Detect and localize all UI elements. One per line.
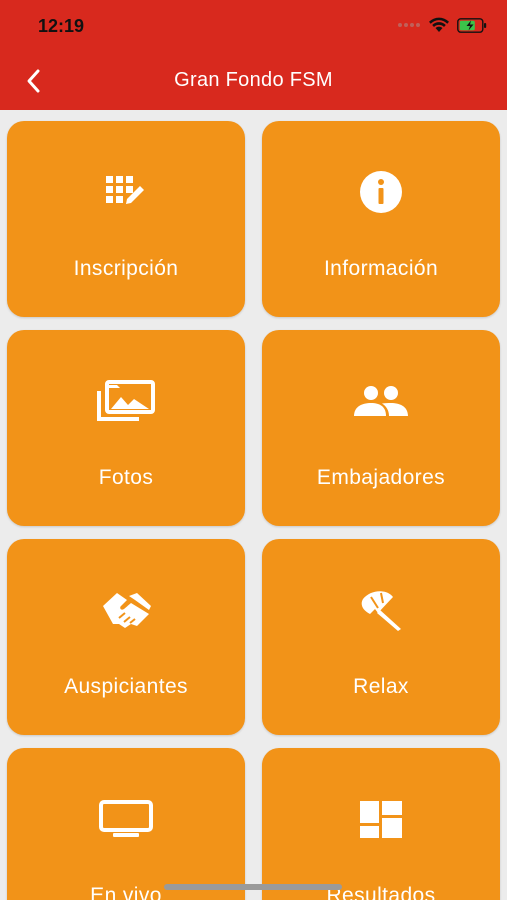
tv-icon — [99, 800, 153, 837]
dashboard-icon — [360, 801, 402, 838]
tile-fotos[interactable]: Fotos — [7, 330, 245, 526]
tile-embajadores[interactable]: Embajadores — [262, 330, 500, 526]
info-icon — [360, 171, 402, 213]
tile-label: Fotos — [98, 466, 154, 489]
tile-auspiciantes[interactable]: Auspiciantes — [7, 539, 245, 735]
people-icon — [354, 386, 408, 416]
status-time: 12:19 — [38, 16, 85, 36]
grid-edit-icon — [106, 176, 144, 204]
tile-label: Relax — [353, 675, 409, 698]
nav-bar: Gran Fondo FSM — [0, 52, 507, 110]
wifi-icon — [429, 17, 449, 32]
tile-label: Auspiciantes — [64, 675, 188, 698]
tile-informacion[interactable]: Información — [262, 121, 500, 317]
handshake-icon — [103, 593, 151, 628]
page-title: Gran Fondo FSM — [174, 69, 333, 91]
battery-icon — [457, 17, 487, 33]
beach-umbrella-icon — [361, 591, 401, 631]
tile-inscripcion[interactable]: Inscripción — [7, 121, 245, 317]
photo-library-icon — [97, 380, 155, 421]
signal-icon — [398, 23, 420, 27]
tile-label: Embajadores — [316, 466, 446, 489]
tile-label: Información — [323, 257, 439, 280]
status-bar: 12:19 — [0, 0, 507, 52]
tile-relax[interactable]: Relax — [262, 539, 500, 735]
tile-en-vivo[interactable]: En vivo — [7, 748, 245, 900]
tile-label: Inscripción — [73, 257, 179, 280]
menu-grid: Inscripción Información Fotos Embajadore… — [0, 110, 507, 900]
tile-resultados[interactable]: Resultados — [262, 748, 500, 900]
home-indicator[interactable] — [164, 884, 342, 890]
status-icons — [397, 14, 487, 36]
